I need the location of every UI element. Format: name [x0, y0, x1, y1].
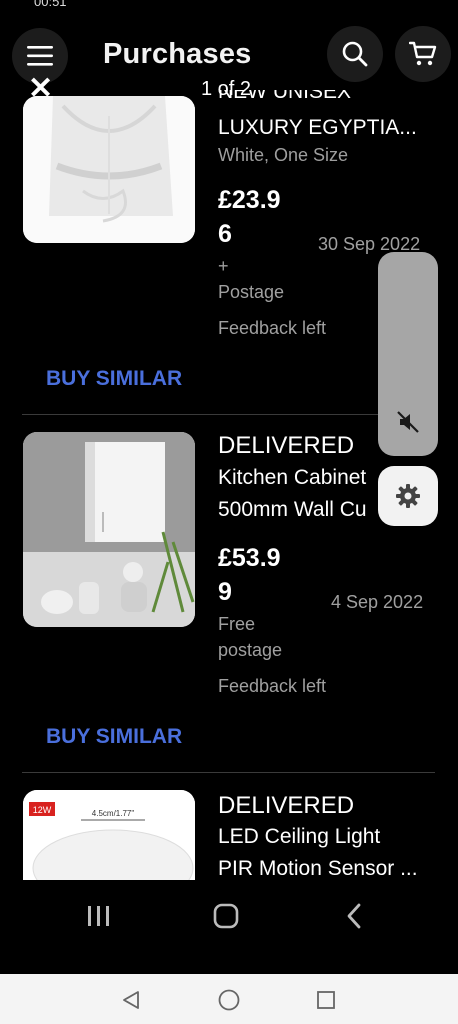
item-thumbnail[interactable] — [23, 96, 195, 243]
price-line-2: 9 — [218, 578, 232, 606]
thumb-badge: 12W — [33, 805, 52, 815]
buy-similar-button[interactable]: BUY SIMILAR — [46, 725, 182, 749]
item-postage: + Postage — [218, 256, 285, 302]
screenshot-nav-bar — [0, 880, 458, 974]
price-line-2: 6 — [218, 220, 232, 248]
item-title-line-2[interactable]: 500mm Wall Cu — [218, 498, 367, 522]
item-thumbnail[interactable]: 12W 4.5cm/1.77" — [23, 790, 195, 880]
item-price: £53.9 9 — [218, 541, 298, 609]
item-title-line-1[interactable]: LED Ceiling Light — [218, 825, 380, 849]
volume-slider[interactable] — [378, 252, 438, 456]
kitchen-cabinet-image — [23, 432, 195, 627]
item-title-line-1[interactable]: Kitchen Cabinet — [218, 466, 366, 490]
buy-similar-button[interactable]: BUY SIMILAR — [46, 367, 182, 391]
item-variant: White, One Size — [218, 145, 349, 165]
home-circle-icon[interactable] — [217, 988, 241, 1012]
bathrobe-image — [23, 96, 195, 243]
item-price: £23.9 6 — [218, 183, 298, 251]
item-date: 4 Sep 2022 — [331, 592, 424, 612]
volume-settings-button[interactable] — [378, 466, 438, 526]
recent-apps-icon[interactable] — [86, 904, 112, 928]
feedback-status: Feedback left — [218, 318, 327, 338]
item-status: DELIVERED — [218, 792, 355, 819]
overview-square-icon[interactable] — [315, 989, 337, 1011]
item-thumbnail[interactable] — [23, 432, 195, 627]
thumb-dimension: 4.5cm/1.77" — [92, 809, 135, 818]
item-status: NEW UNISEX — [218, 80, 352, 103]
item-status: DELIVERED — [218, 432, 355, 459]
home-icon[interactable] — [212, 903, 240, 929]
price-line-1: £23.9 — [218, 186, 281, 214]
list-item[interactable]: 12W 4.5cm/1.77" DELIVERED LED Ceiling Li… — [0, 772, 458, 880]
price-line-1: £53.9 — [218, 544, 281, 572]
ceiling-light-image: 12W 4.5cm/1.77" — [23, 790, 195, 880]
back-icon[interactable] — [344, 902, 364, 930]
item-title[interactable]: LUXURY EGYPTIA... — [218, 116, 417, 140]
gear-icon — [396, 484, 420, 508]
mute-icon — [397, 411, 419, 433]
feedback-status: Feedback left — [218, 676, 327, 696]
system-nav-bar — [0, 974, 458, 1024]
back-triangle-icon[interactable] — [120, 989, 142, 1011]
item-postage: Free postage — [218, 614, 283, 660]
item-title-line-2[interactable]: PIR Motion Sensor ... — [218, 857, 418, 881]
